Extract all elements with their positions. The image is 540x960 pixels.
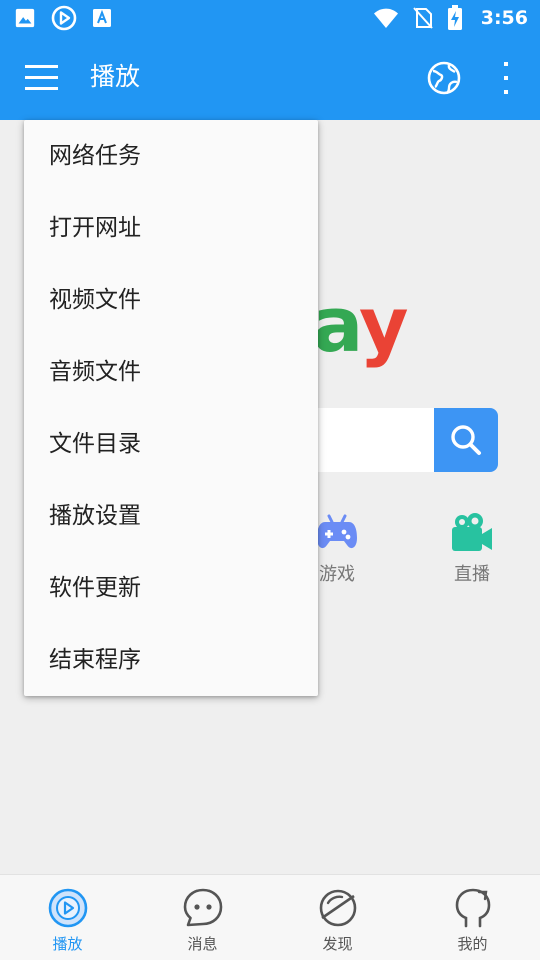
menu-button[interactable] xyxy=(24,62,60,94)
nav-label-play: 播放 xyxy=(52,935,83,953)
status-right: 3:56 xyxy=(373,5,528,31)
menu-item-audio-files[interactable]: 音频文件 xyxy=(24,336,318,408)
category-label: 游戏 xyxy=(319,564,355,585)
status-bar: 3:56 xyxy=(0,0,540,36)
battery-charging-icon xyxy=(447,5,462,30)
gamepad-icon xyxy=(317,514,357,549)
logo-part-y: y xyxy=(358,280,409,369)
browser-button[interactable] xyxy=(424,58,464,98)
status-time: 3:56 xyxy=(480,7,528,29)
wifi-icon xyxy=(373,8,398,28)
image-icon xyxy=(15,8,35,28)
font-download-icon xyxy=(93,9,111,27)
menu-item-software-update[interactable]: 软件更新 xyxy=(24,552,318,624)
menu-item-network-tasks[interactable]: 网络任务 xyxy=(24,120,318,192)
app-bar: 播放 xyxy=(0,36,540,120)
no-sim-icon xyxy=(412,7,433,29)
globe-icon xyxy=(427,61,461,95)
search-button[interactable] xyxy=(434,408,498,472)
video-camera-icon xyxy=(452,513,492,551)
bottom-navigation: 播放 消息 发现 我的 xyxy=(0,874,540,960)
nav-item-discover[interactable]: 发现 xyxy=(270,875,405,960)
category-live[interactable]: 直播 xyxy=(432,512,512,592)
nav-item-play[interactable]: 播放 xyxy=(0,875,135,960)
page-title: 播放 xyxy=(90,62,141,91)
app-logo: ay xyxy=(312,280,409,370)
hamburger-menu-icon xyxy=(25,65,58,90)
nav-label-discover: 发现 xyxy=(322,935,353,953)
menu-item-open-url[interactable]: 打开网址 xyxy=(24,192,318,264)
play-circle-icon xyxy=(51,5,77,31)
category-label: 直播 xyxy=(454,564,490,585)
nav-item-messages[interactable]: 消息 xyxy=(135,875,270,960)
profile-icon xyxy=(455,888,490,928)
logo-part-a: a xyxy=(312,280,361,369)
status-left xyxy=(14,4,112,32)
nav-label-mine: 我的 xyxy=(457,935,488,953)
nav-label-messages: 消息 xyxy=(187,935,218,953)
more-options-button[interactable] xyxy=(492,56,520,100)
more-vert-icon xyxy=(504,62,508,94)
nav-item-mine[interactable]: 我的 xyxy=(405,875,540,960)
chat-bubble-icon xyxy=(183,888,222,927)
play-circle-icon xyxy=(48,888,87,928)
dropdown-menu: 网络任务 打开网址 视频文件 音频文件 文件目录 播放设置 软件更新 结束程序 xyxy=(24,120,318,696)
menu-item-exit-program[interactable]: 结束程序 xyxy=(24,624,318,696)
menu-item-file-directory[interactable]: 文件目录 xyxy=(24,408,318,480)
search-icon xyxy=(451,425,481,455)
menu-item-video-files[interactable]: 视频文件 xyxy=(24,264,318,336)
menu-item-playback-settings[interactable]: 播放设置 xyxy=(24,480,318,552)
planet-icon xyxy=(319,889,356,927)
